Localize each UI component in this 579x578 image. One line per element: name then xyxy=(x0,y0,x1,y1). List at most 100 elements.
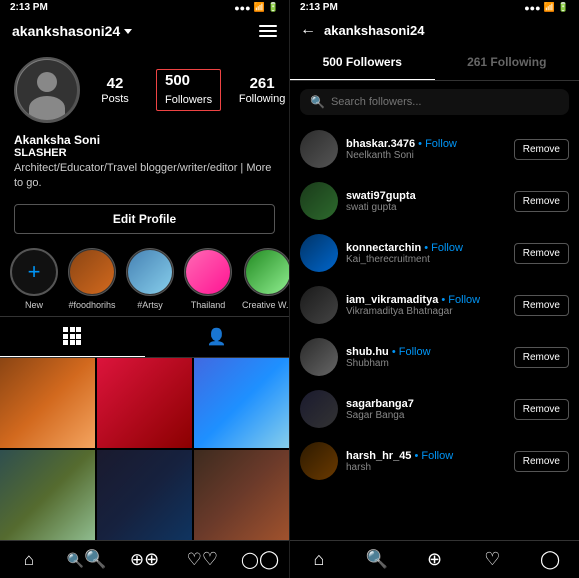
follower-info: bhaskar.3476 • Follow Neelkanth Soni xyxy=(346,138,506,161)
story-circle-1 xyxy=(68,248,116,296)
person-icon: ◯ xyxy=(241,549,279,570)
profile-info: Akanksha Soni SLASHER Architect/Educator… xyxy=(0,129,289,196)
left-header: akankshasoni24 xyxy=(0,15,289,47)
list-item: bhaskar.3476 • Follow Neelkanth Soni Rem… xyxy=(290,123,579,175)
follower-realname: Vikramaditya Bhatnagar xyxy=(346,306,506,317)
search-icon: 🔍 xyxy=(67,549,107,570)
menu-button[interactable] xyxy=(259,25,277,37)
new-story-item[interactable]: + New xyxy=(10,248,58,310)
nav-add-left[interactable]: ⊕ xyxy=(116,549,174,570)
follower-handle: swati97gupta xyxy=(346,190,506,202)
follower-realname: harsh xyxy=(346,462,506,473)
nav-search-left[interactable]: 🔍 xyxy=(58,549,116,570)
new-story-circle: + xyxy=(10,248,58,296)
bottom-nav-left: 🔍 ⊕ ♡ ◯ xyxy=(0,540,289,578)
photo-cell-2[interactable] xyxy=(97,358,192,448)
left-status-icons: ●●● 📶 🔋 xyxy=(234,2,279,13)
grid-icon xyxy=(63,327,81,345)
follower-info: sagarbanga7 Sagar Banga xyxy=(346,398,506,421)
remove-button[interactable]: Remove xyxy=(514,451,569,472)
profile-bio: Architect/Educator/Travel blogger/writer… xyxy=(14,161,275,192)
follower-handle: bhaskar.3476 • Follow xyxy=(346,138,506,150)
story-item-2[interactable]: #Artsy xyxy=(126,248,174,310)
remove-button[interactable]: Remove xyxy=(514,243,569,264)
story-item-4[interactable]: Creative W... xyxy=(242,248,289,310)
content-tabs: 👤 xyxy=(0,316,289,358)
story-circle-3 xyxy=(184,248,232,296)
right-status-icons: ●●● 📶 🔋 xyxy=(524,2,569,13)
followers-list: bhaskar.3476 • Follow Neelkanth Soni Rem… xyxy=(290,123,579,540)
story-label-3: Thailand xyxy=(191,300,226,310)
edit-profile-button[interactable]: Edit Profile xyxy=(14,204,275,234)
story-item-1[interactable]: #foodhorihs xyxy=(68,248,116,310)
story-label-2: #Artsy xyxy=(137,300,163,310)
tab-following[interactable]: 261 Following xyxy=(435,45,579,80)
nav-heart-left[interactable]: ♡ xyxy=(173,549,231,570)
add-icon: ⊕ xyxy=(427,549,442,570)
nav-add-right[interactable]: ⊕ xyxy=(406,549,464,570)
avatar xyxy=(300,286,338,324)
new-story-label: New xyxy=(25,300,43,310)
nav-home-right[interactable]: ⌂ xyxy=(290,549,348,570)
left-status-bar: 2:13 PM ●●● 📶 🔋 xyxy=(0,0,289,15)
follower-handle: konnectarchin • Follow xyxy=(346,242,506,254)
add-icon: ⊕ xyxy=(130,549,159,570)
photo-cell-5[interactable] xyxy=(97,450,192,540)
nav-home-left[interactable] xyxy=(0,549,58,570)
list-item: konnectarchin • Follow Kai_therecruitmen… xyxy=(290,227,579,279)
following-stat[interactable]: 261 Following xyxy=(237,75,287,105)
tab-grid[interactable] xyxy=(0,317,145,357)
followers-stat[interactable]: 500 Followers xyxy=(156,69,221,111)
photo-cell-4[interactable] xyxy=(0,450,95,540)
follower-handle: shub.hu • Follow xyxy=(346,346,506,358)
follower-realname: Sagar Banga xyxy=(346,410,506,421)
story-thumb-3 xyxy=(186,250,230,294)
profile-role: SLASHER xyxy=(14,147,275,159)
heart-icon: ♡ xyxy=(187,549,218,570)
profile-name: Akanksha Soni xyxy=(14,133,275,147)
right-username: akankshasoni24 xyxy=(324,23,424,38)
posts-stat[interactable]: 42 Posts xyxy=(90,75,140,105)
profile-username-header[interactable]: akankshasoni24 xyxy=(12,23,132,39)
nav-profile-right[interactable]: ◯ xyxy=(521,549,579,570)
follower-info: konnectarchin • Follow Kai_therecruitmen… xyxy=(346,242,506,265)
remove-button[interactable]: Remove xyxy=(514,139,569,160)
nav-search-right[interactable]: 🔍 xyxy=(348,549,406,570)
avatar xyxy=(300,130,338,168)
back-button[interactable]: ← xyxy=(300,21,316,39)
search-icon: 🔍 xyxy=(365,549,387,570)
follower-info: swati97gupta swati gupta xyxy=(346,190,506,213)
follower-info: iam_vikramaditya • Follow Vikramaditya B… xyxy=(346,294,506,317)
story-circle-2 xyxy=(126,248,174,296)
story-thumb-1 xyxy=(70,250,114,294)
search-input[interactable] xyxy=(331,96,559,108)
list-item: harsh_hr_45 • Follow harsh Remove xyxy=(290,435,579,487)
nav-heart-right[interactable]: ♡ xyxy=(463,549,521,570)
story-label-4: Creative W... xyxy=(242,300,289,310)
followers-highlight: 500 Followers xyxy=(156,69,221,111)
photo-cell-3[interactable] xyxy=(194,358,289,448)
story-thumb-2 xyxy=(128,250,172,294)
avatar xyxy=(300,234,338,272)
tab-followers[interactable]: 500 Followers xyxy=(290,45,435,80)
list-item: iam_vikramaditya • Follow Vikramaditya B… xyxy=(290,279,579,331)
follower-realname: Neelkanth Soni xyxy=(346,150,506,161)
left-panel: 2:13 PM ●●● 📶 🔋 akankshasoni24 42 Posts xyxy=(0,0,290,578)
nav-profile-left[interactable]: ◯ xyxy=(231,549,289,570)
bottom-nav-right: ⌂ 🔍 ⊕ ♡ ◯ xyxy=(290,540,579,578)
home-icon xyxy=(24,549,34,570)
photo-cell-1[interactable] xyxy=(0,358,95,448)
remove-button[interactable]: Remove xyxy=(514,295,569,316)
remove-button[interactable]: Remove xyxy=(514,399,569,420)
right-status-time: 2:13 PM xyxy=(300,2,338,13)
avatar xyxy=(300,390,338,428)
remove-button[interactable]: Remove xyxy=(514,191,569,212)
tab-tagged[interactable]: 👤 xyxy=(145,317,290,357)
stories-row: + New #foodhorihs #Artsy Thailand xyxy=(0,242,289,316)
story-item-3[interactable]: Thailand xyxy=(184,248,232,310)
follower-handle: harsh_hr_45 • Follow xyxy=(346,450,506,462)
chevron-down-icon xyxy=(124,29,132,34)
photo-cell-6[interactable] xyxy=(194,450,289,540)
follower-info: shub.hu • Follow Shubham xyxy=(346,346,506,369)
remove-button[interactable]: Remove xyxy=(514,347,569,368)
